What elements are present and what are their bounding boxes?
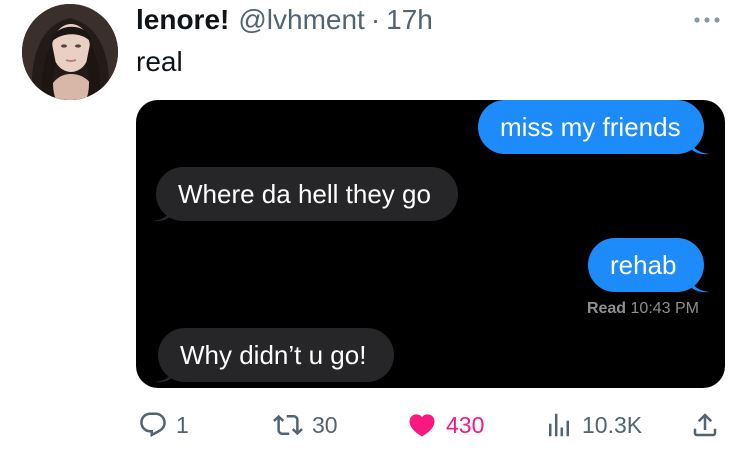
separator: · xyxy=(370,4,381,35)
reply-icon xyxy=(140,412,166,438)
read-receipt: Read 10:43 PM xyxy=(587,300,699,318)
message-text: Why didn’t u go! xyxy=(180,340,367,370)
read-time: 10:43 PM xyxy=(630,300,699,317)
profile-photo xyxy=(22,4,118,100)
message-text: rehab xyxy=(610,250,677,280)
more-options-button[interactable] xyxy=(690,8,724,28)
views-count: 10.3K xyxy=(582,411,643,438)
retweet-count: 30 xyxy=(312,411,338,438)
user-handle[interactable]: @lvhment xyxy=(238,4,364,36)
tweet-media[interactable]: miss my friends Where da hell they go re… xyxy=(136,100,725,388)
bubble-tail xyxy=(154,366,174,383)
tweet-header: lenore! @lvhment · 17h xyxy=(136,2,433,38)
views-icon xyxy=(549,413,569,437)
like-button[interactable]: 430 xyxy=(406,408,484,442)
views-button[interactable]: 10.3K xyxy=(544,408,642,442)
avatar[interactable] xyxy=(22,4,118,100)
heart-icon xyxy=(409,414,435,437)
message-text: miss my friends xyxy=(500,112,681,142)
message-bubble-sent: miss my friends xyxy=(478,100,704,154)
timestamp[interactable]: 17h xyxy=(386,4,433,36)
bubble-tail xyxy=(152,205,172,222)
retweet-icon xyxy=(273,414,303,436)
more-icon xyxy=(694,17,720,23)
retweet-button[interactable]: 30 xyxy=(272,408,338,442)
share-button[interactable] xyxy=(690,408,720,442)
tweet-actions: 1 30 430 10.3K xyxy=(0,400,750,450)
tweet-text: real xyxy=(136,46,183,77)
reply-button[interactable]: 1 xyxy=(138,408,189,442)
like-count: 430 xyxy=(446,411,485,438)
bubble-tail xyxy=(690,276,710,293)
message-bubble-received: Why didn’t u go! xyxy=(158,328,394,382)
message-text: Where da hell they go xyxy=(178,179,431,209)
reply-count: 1 xyxy=(176,411,189,438)
message-bubble-received: Where da hell they go xyxy=(156,167,458,221)
share-icon xyxy=(693,413,717,437)
display-name[interactable]: lenore! xyxy=(136,4,229,36)
read-label: Read xyxy=(586,300,627,317)
message-bubble-sent: rehab xyxy=(588,238,704,292)
bubble-tail xyxy=(690,138,710,155)
